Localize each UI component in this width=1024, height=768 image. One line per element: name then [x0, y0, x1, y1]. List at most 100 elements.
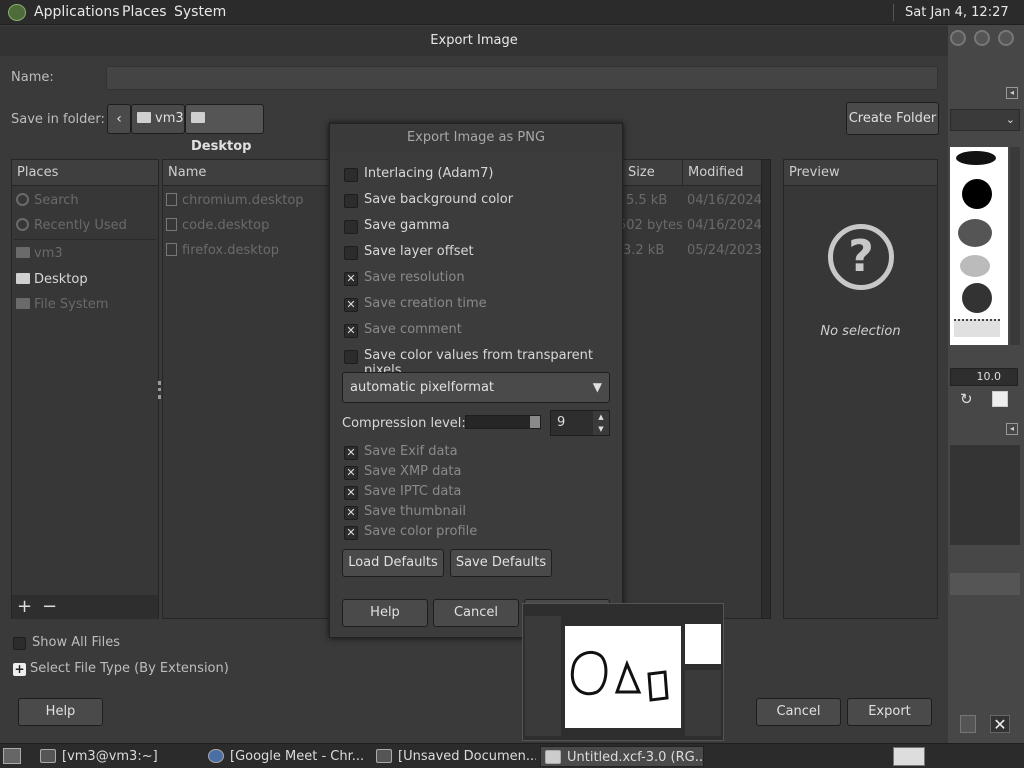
task-terminal[interactable]: [vm3@vm3:~]	[36, 746, 200, 767]
folder-icon	[137, 112, 151, 123]
top-panel: Applications Places System Sat Jan 4, 12…	[0, 0, 1024, 45]
name-input[interactable]	[106, 66, 938, 90]
places-menu[interactable]: Places	[122, 0, 167, 25]
png-option-label-1: Save background color	[364, 192, 514, 207]
save-defaults-button[interactable]: Save Defaults	[450, 549, 552, 577]
col-size[interactable]: Size	[622, 160, 682, 186]
export-png-dialog: Export Image as PNG Interlacing (Adam7) S…	[329, 123, 623, 638]
places-item-search[interactable]: Search	[16, 193, 79, 208]
png-option-checkbox-1[interactable]	[344, 194, 358, 208]
thumb-toolbox	[525, 616, 561, 736]
chrome-icon	[208, 749, 224, 763]
png-option-checkbox-7[interactable]	[344, 350, 358, 364]
pixelformat-select[interactable]: automatic pixelformat ▼	[342, 372, 610, 403]
desktop-icon	[16, 273, 30, 284]
png-meta-label-3: Save thumbnail	[364, 504, 466, 519]
expander-icon[interactable]: +	[13, 663, 26, 676]
file-icon	[166, 218, 177, 231]
path-back-button[interactable]: ‹	[107, 104, 131, 134]
show-desktop-icon[interactable]	[3, 748, 21, 764]
brush-scrollbar[interactable]	[1010, 147, 1020, 345]
png-meta-checkbox-4[interactable]: ✕	[344, 526, 358, 540]
png-meta-label-4: Save color profile	[364, 524, 478, 539]
places-item-vm3[interactable]: vm3	[16, 246, 63, 261]
brush-edit-icon[interactable]	[992, 391, 1008, 407]
file-list-scrollbar[interactable]	[761, 159, 771, 619]
png-meta-checkbox-3[interactable]: ✕	[344, 506, 358, 520]
system-menu[interactable]: System	[174, 0, 226, 25]
applications-icon[interactable]	[8, 4, 26, 21]
dialog-export-button[interactable]: Export	[847, 698, 932, 726]
png-help-button[interactable]: Help	[342, 599, 428, 627]
load-defaults-button[interactable]: Load Defaults	[342, 549, 444, 577]
compression-slider[interactable]	[465, 415, 541, 429]
places-separator	[14, 239, 156, 240]
show-all-files-checkbox[interactable]	[13, 637, 26, 650]
brush-dropdown[interactable]: ⌄	[950, 109, 1020, 131]
pixelformat-value: automatic pixelformat	[350, 380, 495, 395]
brush-grid[interactable]	[950, 147, 1008, 345]
compression-value: 9	[557, 415, 566, 430]
pane-handle[interactable]	[158, 381, 161, 399]
name-label: Name:	[11, 70, 54, 85]
spin-up-icon[interactable]: ▲	[593, 411, 609, 423]
dock-menu-icon[interactable]: ◂	[1006, 87, 1018, 99]
compression-spin[interactable]: 9 ▲ ▼	[550, 410, 610, 436]
png-option-checkbox-2[interactable]	[344, 220, 358, 234]
col-name[interactable]: Name	[168, 160, 206, 186]
applications-menu[interactable]: Applications	[34, 0, 120, 25]
task-chrome[interactable]: [Google Meet - Chr...	[204, 746, 368, 767]
dock-close-icon[interactable]: ✕	[990, 715, 1010, 734]
crumb-vm3[interactable]: vm3	[131, 104, 185, 134]
search-icon	[16, 193, 29, 206]
add-place-icon[interactable]: +	[17, 596, 32, 617]
png-meta-checkbox-1[interactable]: ✕	[344, 466, 358, 480]
select-file-type-label[interactable]: Select File Type (By Extension)	[30, 661, 229, 676]
places-panel: Places Search Recently Used vm3 Desktop …	[11, 159, 159, 619]
dock-action-icon[interactable]	[960, 715, 976, 733]
png-option-checkbox-3[interactable]	[344, 246, 358, 260]
maximize-icon[interactable]	[974, 30, 990, 46]
minimize-icon[interactable]	[950, 30, 966, 46]
png-option-checkbox-0[interactable]	[344, 168, 358, 182]
thumb-brushes	[685, 624, 721, 664]
drive-icon	[16, 298, 30, 309]
home-icon	[16, 247, 30, 258]
places-item-filesystem[interactable]: File System	[16, 297, 108, 312]
png-cancel-button[interactable]: Cancel	[433, 599, 519, 627]
folder-icon	[191, 112, 205, 123]
layers-panel	[950, 445, 1020, 545]
dock-menu-icon-2[interactable]: ◂	[1006, 423, 1018, 435]
refresh-icon[interactable]: ↻	[960, 391, 976, 407]
close-icon[interactable]	[998, 30, 1014, 46]
png-meta-label-0: Save Exif data	[364, 444, 458, 459]
create-folder-button[interactable]: Create Folder	[846, 102, 939, 135]
spin-down-icon[interactable]: ▼	[593, 423, 609, 435]
col-modified[interactable]: Modified	[682, 160, 760, 186]
layers-row[interactable]	[950, 573, 1020, 595]
clock[interactable]: Sat Jan 4, 12:27 PM	[905, 0, 1024, 45]
places-item-desktop[interactable]: Desktop	[16, 272, 88, 287]
window-thumbnail[interactable]	[522, 603, 724, 741]
task-editor[interactable]: [Unsaved Documen...	[372, 746, 536, 767]
remove-place-icon[interactable]: −	[42, 596, 57, 617]
task-gimp[interactable]: Untitled.xcf-3.0 (RG...	[540, 746, 704, 767]
dialog-cancel-button[interactable]: Cancel	[756, 698, 841, 726]
png-meta-checkbox-0[interactable]: ✕	[344, 446, 358, 460]
png-option-checkbox-4[interactable]: ✕	[344, 272, 358, 286]
no-selection-text: No selection	[820, 324, 901, 339]
places-item-recent[interactable]: Recently Used	[16, 218, 127, 233]
png-option-checkbox-5[interactable]: ✕	[344, 298, 358, 312]
compression-fill	[466, 416, 530, 428]
dialog-title: Export Image	[0, 26, 948, 56]
brush-size-field[interactable]: 10.0	[950, 368, 1018, 386]
preview-panel: Preview ? No selection	[783, 159, 938, 619]
question-icon: ?	[828, 224, 894, 290]
compression-handle[interactable]	[530, 416, 540, 428]
places-toolbar: + −	[12, 595, 158, 619]
workspace-switcher[interactable]	[893, 747, 925, 766]
crumb-desktop[interactable]: Desktop	[185, 104, 264, 154]
png-meta-checkbox-2[interactable]: ✕	[344, 486, 358, 500]
png-option-checkbox-6[interactable]: ✕	[344, 324, 358, 338]
dialog-help-button[interactable]: Help	[18, 698, 103, 726]
